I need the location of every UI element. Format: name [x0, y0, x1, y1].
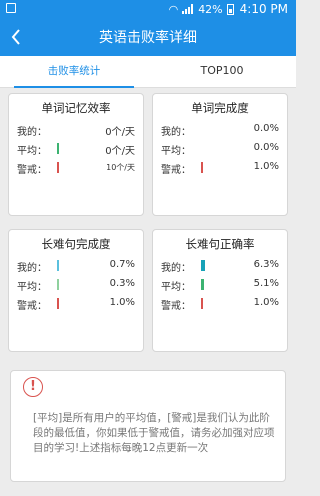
- row-bar: [201, 162, 203, 173]
- row-label: 我的：: [161, 127, 191, 138]
- page-title: 英语击败率详细: [99, 30, 197, 46]
- row-bar: [57, 143, 59, 154]
- row-bar: [57, 124, 59, 135]
- row-label: 平均：: [17, 146, 47, 157]
- row-bar: [201, 143, 203, 154]
- card-title: 单词记忆效率: [41, 101, 111, 115]
- row-value: 6.3%: [253, 259, 279, 270]
- row-label: 警戒：: [17, 301, 47, 312]
- row-average: 平均： 0.0%: [161, 140, 279, 158]
- clock: 4:10 PM: [239, 2, 288, 16]
- row-value: 1.0%: [109, 297, 135, 308]
- wifi-icon: ◠: [168, 2, 179, 16]
- row-label: 警戒：: [161, 165, 191, 176]
- row-average: 平均： 5.1%: [161, 276, 279, 294]
- row-label: 我的：: [161, 263, 191, 274]
- row-value: 0.3%: [109, 278, 135, 289]
- row-label: 警戒：: [161, 301, 191, 312]
- note-text: [平均]是所有用户的平均值，[警戒]是我们认为此阶段的最低值，你如果低于警戒值，…: [33, 412, 275, 454]
- row-bar: [57, 298, 59, 309]
- row-mine: 我的： 0.0%: [161, 121, 279, 139]
- row-bar: [201, 279, 204, 290]
- row-value: 0.0%: [253, 142, 279, 153]
- status-bar: ◠ 42% 4:10 PM: [0, 0, 296, 18]
- card-title: 长难句完成度: [41, 237, 111, 251]
- row-mine: 我的： 0个/天: [17, 121, 135, 139]
- row-warning: 警戒： 1.0%: [161, 159, 279, 177]
- signal-icon: [182, 4, 194, 14]
- row-mine: 我的： 6.3%: [161, 257, 279, 275]
- explanation-note: ! [平均]是所有用户的平均值，[警戒]是我们认为此阶段的最低值，你如果低于警戒…: [10, 370, 286, 482]
- row-bar: [57, 279, 59, 290]
- row-value: 0个/天: [105, 127, 135, 138]
- tab-top100[interactable]: TOP100: [148, 56, 296, 88]
- card-word-completion: 单词完成度 我的： 0.0% 平均： 0.0% 警戒： 1.0%: [152, 93, 288, 216]
- row-label: 警戒：: [17, 165, 47, 176]
- row-label: 平均：: [161, 146, 191, 157]
- card-title: 单词完成度: [191, 101, 249, 115]
- card-title: 长难句正确率: [185, 237, 255, 251]
- row-value: 1.0%: [253, 161, 279, 172]
- battery-icon: [226, 3, 234, 15]
- row-average: 平均： 0.3%: [17, 276, 135, 294]
- row-value: 0.0%: [253, 123, 279, 134]
- card-long-sentence-accuracy: 长难句正确率 我的： 6.3% 平均： 5.1% 警戒： 1.0%: [152, 229, 288, 352]
- row-value: 5.1%: [253, 278, 279, 289]
- row-bar: [201, 298, 203, 309]
- tab-beat-rate-stats[interactable]: 击败率统计: [0, 56, 148, 88]
- battery-percent: 42%: [198, 2, 223, 16]
- row-label: 平均：: [17, 282, 47, 293]
- card-long-sentence-completion: 长难句完成度 我的： 0.7% 平均： 0.3% 警戒： 1.0%: [8, 229, 144, 352]
- status-icons: ◠ 42% 4:10 PM: [169, 2, 288, 16]
- row-value: 10个/天: [106, 163, 135, 172]
- row-warning: 警戒： 1.0%: [17, 295, 135, 313]
- tab-label: 击败率统计: [47, 65, 101, 77]
- row-label: 我的：: [17, 263, 47, 274]
- row-label: 平均：: [161, 282, 191, 293]
- notification-icon: [6, 3, 16, 13]
- row-bar: [57, 162, 59, 173]
- row-bar: [201, 124, 203, 135]
- row-bar: [57, 260, 59, 271]
- card-word-memory-efficiency: 单词记忆效率 我的： 0个/天 平均： 0个/天 警戒： 10个/天: [8, 93, 144, 216]
- tab-active-indicator: [14, 86, 134, 88]
- row-bar: [201, 260, 205, 271]
- alert-icon: !: [23, 377, 43, 397]
- row-average: 平均： 0个/天: [17, 140, 135, 158]
- tab-label: TOP100: [200, 64, 244, 77]
- row-value: 0个/天: [105, 146, 135, 157]
- row-warning: 警戒： 10个/天: [17, 159, 135, 177]
- row-warning: 警戒： 1.0%: [161, 295, 279, 313]
- tab-bar: 击败率统计 TOP100: [0, 56, 296, 88]
- row-label: 我的：: [17, 127, 47, 138]
- row-mine: 我的： 0.7%: [17, 257, 135, 275]
- row-value: 1.0%: [253, 297, 279, 308]
- title-bar: 英语击败率详细: [0, 18, 296, 56]
- row-value: 0.7%: [109, 259, 135, 270]
